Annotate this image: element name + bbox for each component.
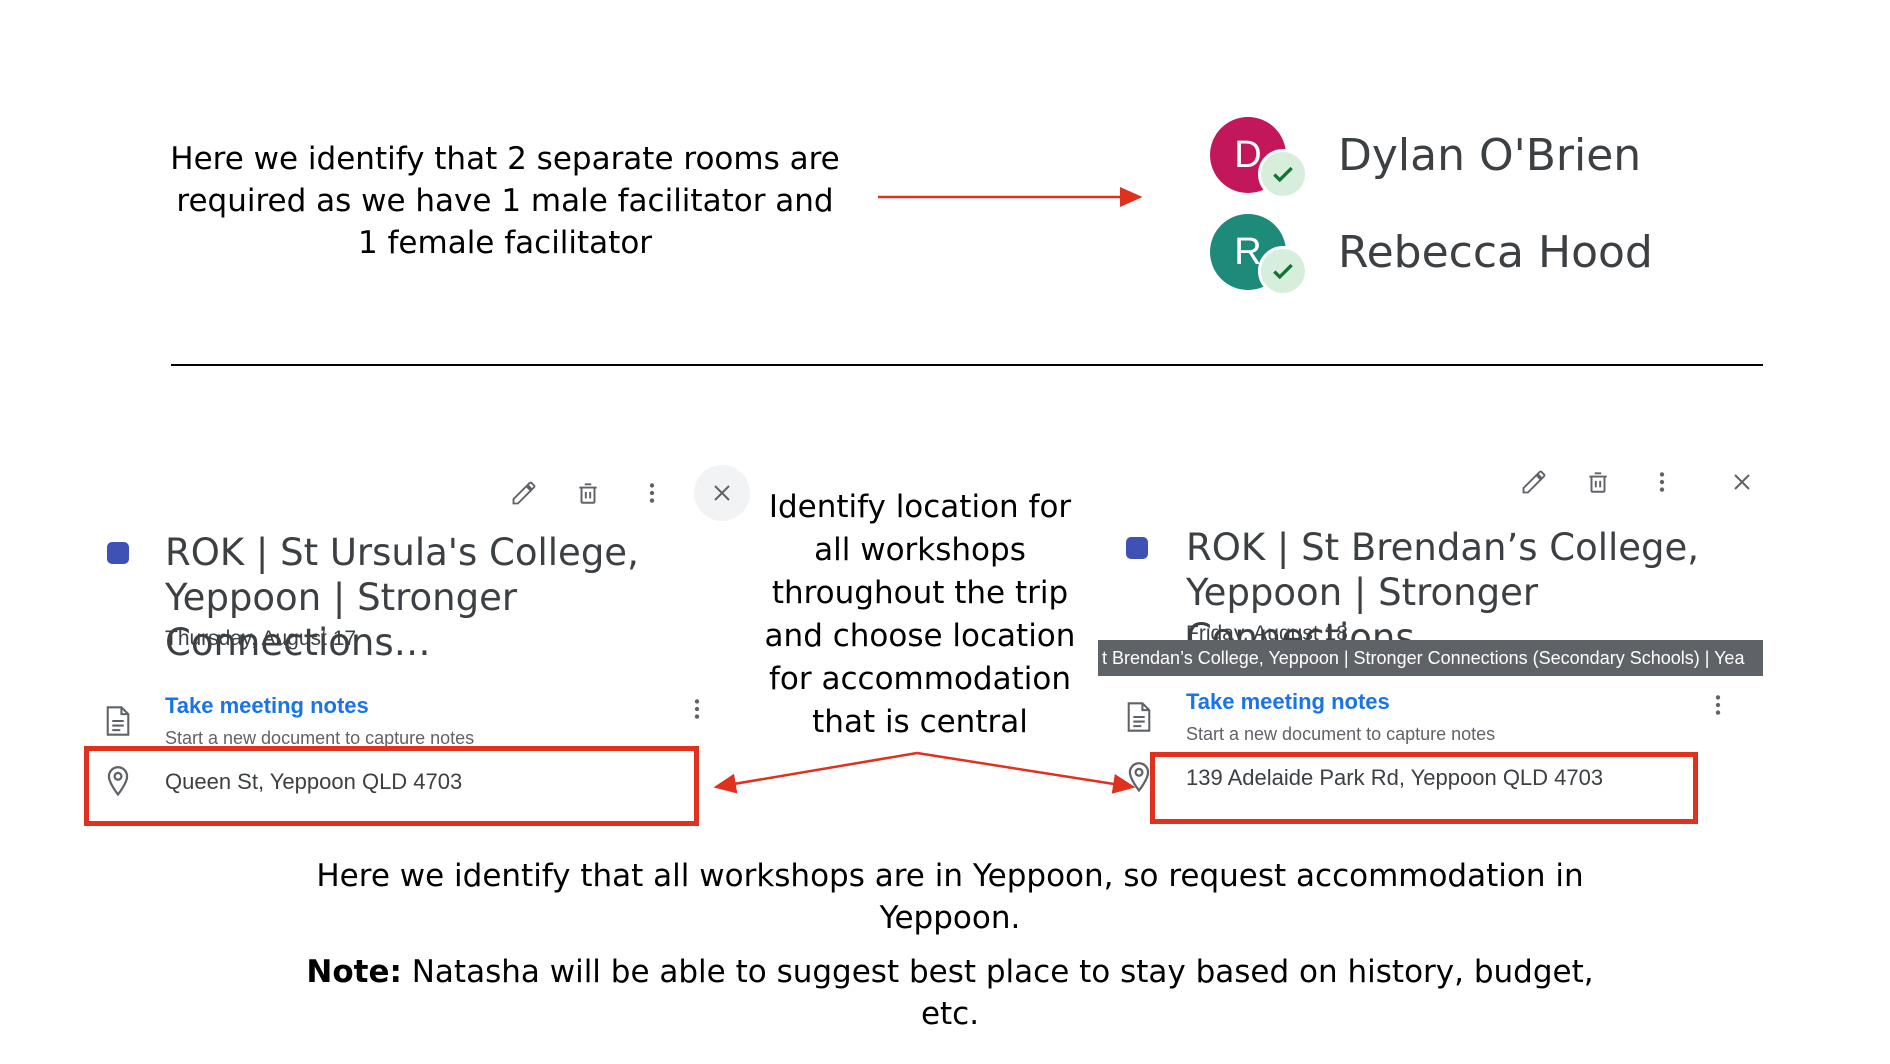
note-label: Note: (306, 954, 402, 990)
address-highlight-box (84, 746, 699, 826)
event-toolbar (1512, 460, 1784, 504)
delete-icon[interactable] (1576, 460, 1620, 504)
take-meeting-notes-link[interactable]: Take meeting notes (165, 693, 369, 719)
edit-icon[interactable] (502, 471, 546, 515)
location-pin-icon (1125, 761, 1153, 800)
delete-icon[interactable] (566, 471, 610, 515)
calendar-color-dot (1126, 537, 1148, 559)
more-vert-icon[interactable] (630, 471, 674, 515)
note-text: Natasha will be able to suggest best pla… (401, 954, 1594, 1032)
notes-subtitle: Start a new document to capture notes (1186, 724, 1496, 744)
close-icon[interactable] (1720, 460, 1764, 504)
more-vert-icon[interactable] (1640, 460, 1684, 504)
avatar: D (1210, 117, 1308, 199)
document-icon (104, 705, 132, 742)
attendee-rebecca[interactable]: R Rebecca Hood (1210, 214, 1653, 296)
event-toolbar (502, 465, 770, 521)
arrow-to-right-address (916, 751, 1136, 794)
bottom-annotation: Here we identify that all workshops are … (300, 855, 1600, 1035)
more-vert-icon[interactable] (684, 696, 710, 727)
divider (171, 364, 1763, 366)
bottom-note-2: Note: Natasha will be able to suggest be… (300, 951, 1600, 1035)
check-icon (1258, 246, 1308, 296)
arrow-to-left-address (713, 751, 918, 794)
title-tooltip: t Brendan’s College, Yeppoon | Stronger … (1098, 640, 1763, 676)
take-meeting-notes-link[interactable]: Take meeting notes (1186, 689, 1390, 715)
attendee-dylan[interactable]: D Dylan O'Brien (1210, 117, 1642, 199)
edit-icon[interactable] (1512, 460, 1556, 504)
middle-annotation: Identify location for all workshops thro… (764, 489, 1076, 740)
event-date: Thursday, August 17 (165, 627, 357, 650)
close-icon[interactable] (694, 465, 750, 521)
address-highlight-box (1150, 752, 1698, 824)
check-icon (1258, 149, 1308, 199)
avatar: R (1210, 214, 1308, 296)
bottom-note-text: Here we identify that all workshops are … (316, 858, 1584, 936)
top-annotation: Here we identify that 2 separate rooms a… (170, 141, 840, 261)
document-icon (1125, 701, 1153, 738)
attendee-name: Rebecca Hood (1338, 226, 1653, 278)
more-vert-icon[interactable] (1705, 692, 1731, 723)
attendee-name: Dylan O'Brien (1338, 129, 1642, 181)
calendar-color-dot (107, 542, 129, 564)
